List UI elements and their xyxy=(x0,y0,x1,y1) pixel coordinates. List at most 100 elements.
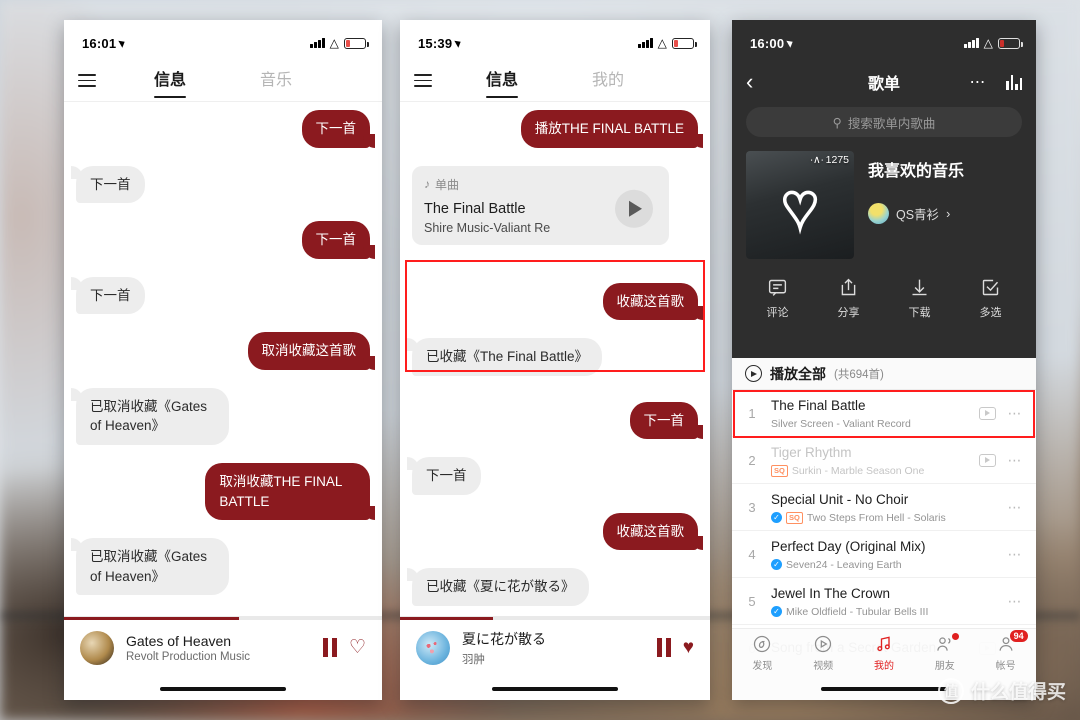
tab-mine[interactable]: 我的 xyxy=(592,66,624,95)
mv-icon[interactable] xyxy=(978,453,996,467)
chat-bubble-out[interactable]: 收藏这首歌 xyxy=(602,512,703,551)
chat-row: 下一首 xyxy=(71,165,370,204)
more-dots-icon[interactable]: ⋯ xyxy=(1008,546,1024,563)
status-bar: 15:39 △ xyxy=(400,20,710,60)
badge-count: 94 xyxy=(1009,630,1028,642)
discover-icon xyxy=(754,635,771,653)
now-playing-artist: 羽肿 xyxy=(462,653,485,666)
card-kind: ♪ 单曲 xyxy=(424,176,657,193)
chat-bubble-out[interactable]: 下一首 xyxy=(301,110,375,148)
chat-bubble-out[interactable]: 收藏这首歌 xyxy=(602,282,703,321)
more-dots-icon[interactable]: ⋯ xyxy=(1008,499,1024,516)
battery-icon xyxy=(672,37,697,49)
phone-screenshot-3: 16:00 △ ‹ 歌单 ⋯ ⚲ 搜索歌单内歌曲 ∙∧∙ 1275 ♥ 我喜欢的… xyxy=(732,20,1036,700)
status-time: 15:39 xyxy=(418,35,453,51)
song-list-panel[interactable]: 播放全部 (共694首) 1 The Final Battle Silver S… xyxy=(732,358,1036,700)
sidebar-item-discover[interactable]: 发现 xyxy=(732,629,793,677)
song-title: Tiger Rhythm xyxy=(771,444,852,460)
chat-bubble-out[interactable]: 取消收藏这首歌 xyxy=(247,332,375,370)
action-label: 多选 xyxy=(979,307,1002,319)
action-comment[interactable]: 评论 xyxy=(767,277,789,320)
chat-row: 取消收藏这首歌 xyxy=(76,332,375,370)
play-icon[interactable] xyxy=(615,189,654,228)
chat-bubble-out[interactable]: 下一首 xyxy=(629,401,703,440)
music-note-icon: ♪ xyxy=(424,177,430,192)
table-row[interactable]: 2 Tiger Rhythm SQ Surkin - Marble Season… xyxy=(732,437,1036,484)
pause-icon[interactable] xyxy=(656,638,671,657)
song-artist-album: ✓ Seven24 - Leaving Earth xyxy=(771,559,996,571)
song-total-count: (共694首) xyxy=(834,368,884,381)
heart-outline-icon[interactable]: ♡ xyxy=(349,638,366,657)
chat-row: 已收藏《夏に花が散る》 xyxy=(407,568,698,606)
album-art xyxy=(80,630,114,665)
verified-icon: ✓ xyxy=(771,512,782,523)
action-multiselect[interactable]: 多选 xyxy=(980,277,1002,320)
playlist-header: ‹ 歌单 ⋯ xyxy=(732,60,1036,104)
chat-message-list[interactable]: 下一首 下一首 下一首 下一首 取消收藏这首歌 已取消收藏《Gates of H… xyxy=(64,102,382,596)
sidebar-item-account[interactable]: 94 帐号 xyxy=(975,629,1036,677)
share-icon xyxy=(841,278,856,296)
playlist-actions: 评论 分享 下载 多选 xyxy=(732,259,1036,334)
more-dots-icon[interactable]: ⋯ xyxy=(1008,405,1024,422)
wifi-icon: △ xyxy=(657,36,667,50)
table-row[interactable]: 1 The Final Battle Silver Screen - Valia… xyxy=(732,390,1036,437)
watermark-logo: 值 xyxy=(937,677,964,704)
song-index: 3 xyxy=(748,499,756,515)
location-arrow-icon xyxy=(786,38,795,48)
sidebar-item-friends[interactable]: 朋友 xyxy=(914,629,975,677)
chat-row: 播放THE FINAL BATTLE xyxy=(412,110,704,148)
action-share[interactable]: 分享 xyxy=(838,277,860,320)
heart-filled-icon[interactable]: ♥ xyxy=(683,638,694,657)
mv-icon[interactable] xyxy=(978,406,996,420)
status-indicators: △ xyxy=(964,37,1023,49)
chat-bubble-out[interactable]: 取消收藏THE FINAL BATTLE xyxy=(205,462,375,521)
table-row[interactable]: 3 Special Unit - No Choir ✓ SQ Two Steps… xyxy=(732,484,1036,531)
action-label: 分享 xyxy=(837,307,860,319)
tab-label: 朋友 xyxy=(934,661,955,672)
chat-message-list[interactable]: 播放THE FINAL BATTLE ♪ 单曲 The Final Battle… xyxy=(400,102,710,606)
playlist-cover[interactable]: ∙∧∙ 1275 ♥ xyxy=(746,151,854,259)
more-dots-icon[interactable]: ⋯ xyxy=(1008,452,1024,469)
more-dots-icon[interactable]: ⋯ xyxy=(970,72,989,92)
chat-bubble-in[interactable]: 已收藏《The Final Battle》 xyxy=(406,338,603,376)
tab-label: 视频 xyxy=(813,661,834,672)
location-arrow-icon xyxy=(118,38,127,48)
chat-bubble-in[interactable]: 已收藏《夏に花が散る》 xyxy=(407,568,589,606)
sidebar-item-video[interactable]: 视频 xyxy=(793,629,854,677)
song-share-card[interactable]: ♪ 单曲 The Final Battle Shire Music-Valian… xyxy=(412,165,670,245)
equalizer-icon[interactable] xyxy=(1006,74,1022,90)
chat-bubble-in[interactable]: 已取消收藏《Gates of Heaven》 xyxy=(71,387,229,445)
home-indicator xyxy=(821,686,947,691)
chat-row: 下一首 xyxy=(71,276,370,315)
card-kind-label: 单曲 xyxy=(435,177,460,192)
tab-messages[interactable]: 信息 xyxy=(486,66,518,95)
my-music-icon xyxy=(877,636,890,652)
chat-row: 已取消收藏《Gates of Heaven》 xyxy=(71,387,370,445)
tab-music[interactable]: 音乐 xyxy=(260,66,292,95)
chat-bubble-in[interactable]: 已取消收藏《Gates of Heaven》 xyxy=(71,538,229,596)
table-row[interactable]: 4 Perfect Day (Original Mix) ✓ Seven24 -… xyxy=(732,531,1036,578)
chat-bubble-in[interactable]: 下一首 xyxy=(71,165,145,204)
search-input[interactable]: ⚲ 搜索歌单内歌曲 xyxy=(746,107,1022,137)
chat-row: 下一首 xyxy=(412,401,703,440)
song-artist-album-text: Surkin - Marble Season One xyxy=(791,464,925,477)
chat-bubble-in[interactable]: 下一首 xyxy=(407,457,481,495)
table-row[interactable]: 5 Jewel In The Crown ✓ Mike Oldfield - T… xyxy=(732,578,1036,625)
action-download[interactable]: 下载 xyxy=(909,277,931,320)
chevron-right-icon: › xyxy=(946,206,951,221)
now-playing-artist: Revolt Production Music xyxy=(126,650,250,663)
chat-row: 已取消收藏《Gates of Heaven》 xyxy=(71,538,370,596)
chat-row: 下一首 xyxy=(76,221,375,259)
chat-bubble-in[interactable]: 下一首 xyxy=(71,276,145,315)
sidebar-item-mymusic[interactable]: 我的 xyxy=(854,629,915,677)
more-dots-icon[interactable]: ⋯ xyxy=(1008,593,1024,610)
chat-bubble-out[interactable]: 下一首 xyxy=(301,221,375,259)
pause-icon[interactable] xyxy=(322,638,337,657)
playlist-owner[interactable]: QS青衫 › xyxy=(868,203,964,224)
battery-icon xyxy=(998,37,1023,49)
tab-messages[interactable]: 信息 xyxy=(154,66,186,95)
chat-bubble-out[interactable]: 播放THE FINAL BATTLE xyxy=(520,110,704,148)
tab-label: 帐号 xyxy=(995,661,1016,672)
search-placeholder: 搜索歌单内歌曲 xyxy=(847,116,936,131)
play-all-button[interactable]: 播放全部 (共694首) xyxy=(732,358,1036,390)
